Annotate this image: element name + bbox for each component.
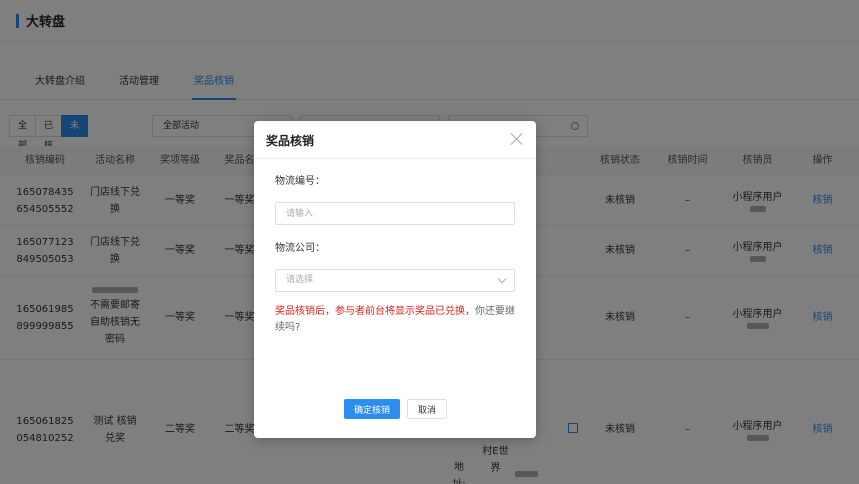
redeem-dialog: 奖品核销 物流编号： 物流公司： 请选择 奖品核销后，参与者前台将显示奖品已兑换…: [254, 121, 536, 438]
logistics-company-label: 物流公司：: [275, 243, 325, 254]
redeem-warning: 奖品核销后，参与者前台将显示奖品已兑换，你还要继续吗?: [275, 304, 517, 336]
dialog-title: 奖品核销: [266, 134, 315, 148]
select-placeholder: 请选择: [286, 275, 314, 285]
logistics-no-label: 物流编号：: [275, 176, 325, 187]
chevron-down-icon: [497, 274, 507, 284]
dialog-header: 奖品核销: [254, 121, 536, 159]
logistics-no-input[interactable]: [275, 202, 515, 225]
logistics-company-select[interactable]: 请选择: [275, 269, 515, 292]
warning-text: 奖品核销后，参与者前台将显示奖品已兑换，: [275, 306, 475, 317]
confirm-redeem-button[interactable]: 确定核销: [344, 399, 400, 419]
close-icon[interactable]: [510, 132, 524, 146]
cancel-button[interactable]: 取消: [407, 399, 447, 419]
